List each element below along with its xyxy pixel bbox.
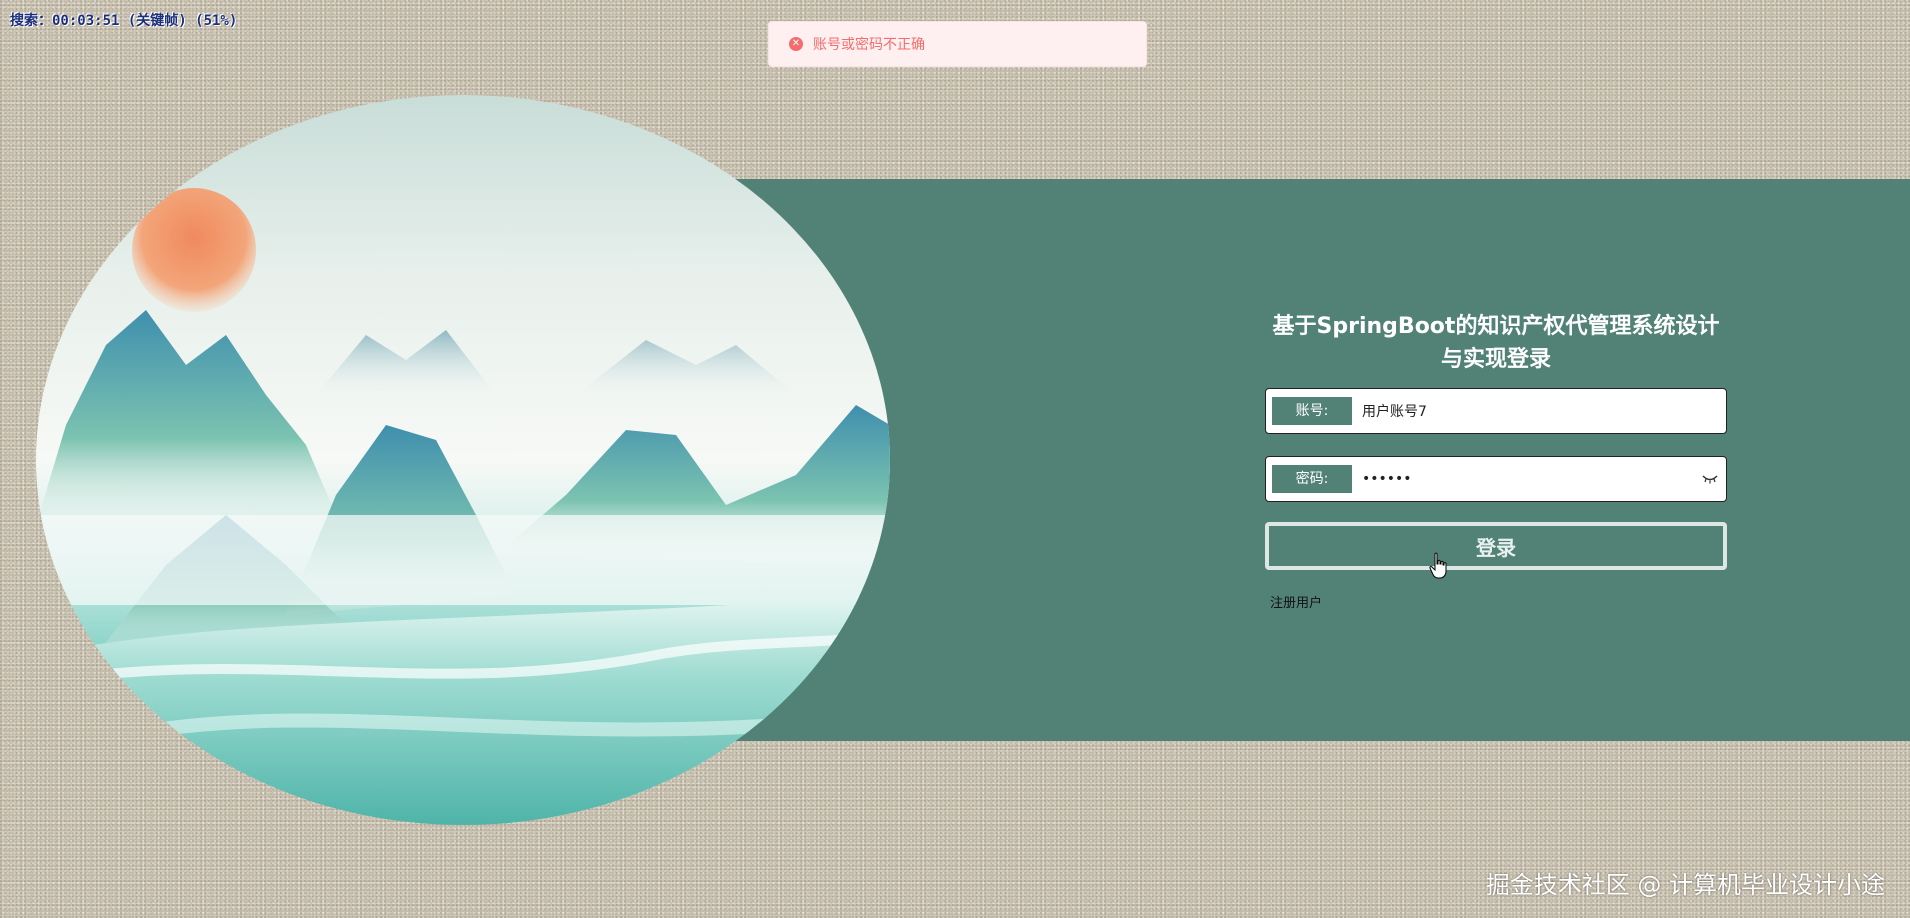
password-input[interactable]: •••••• <box>1352 471 1700 487</box>
recording-timestamp-overlay: 搜索：00:03:51 (关键帧) (51%) <box>10 13 238 29</box>
hand-pointer-icon <box>1429 552 1447 579</box>
landscape-painting <box>36 188 890 825</box>
password-label: 密码: <box>1272 465 1352 493</box>
account-label: 账号: <box>1272 397 1352 425</box>
error-message: 账号或密码不正确 <box>813 37 925 53</box>
account-input[interactable] <box>1352 402 1720 420</box>
mist-band <box>36 515 890 605</box>
error-circle-icon: ✕ <box>789 37 803 51</box>
login-title: 基于SpringBoot的知识产权代管理系统设计与实现登录 <box>1272 314 1720 372</box>
login-form: 基于SpringBoot的知识产权代管理系统设计与实现登录 账号: 密码: ••… <box>1265 310 1727 611</box>
account-field: 账号: <box>1265 388 1727 434</box>
error-toast: ✕ 账号或密码不正确 <box>768 21 1147 67</box>
register-link[interactable]: 注册用户 <box>1270 592 1322 611</box>
distant-mountains <box>316 330 796 395</box>
eye-closed-icon[interactable] <box>1700 469 1720 489</box>
password-field: 密码: •••••• <box>1265 456 1727 502</box>
left-mountains <box>36 310 336 525</box>
login-button[interactable]: 登录 <box>1265 522 1727 570</box>
landscape-illustration <box>36 95 890 825</box>
watermark: 掘金技术社区 @ 计算机毕业设计小途 <box>1485 871 1885 899</box>
sun-shape <box>132 188 256 312</box>
